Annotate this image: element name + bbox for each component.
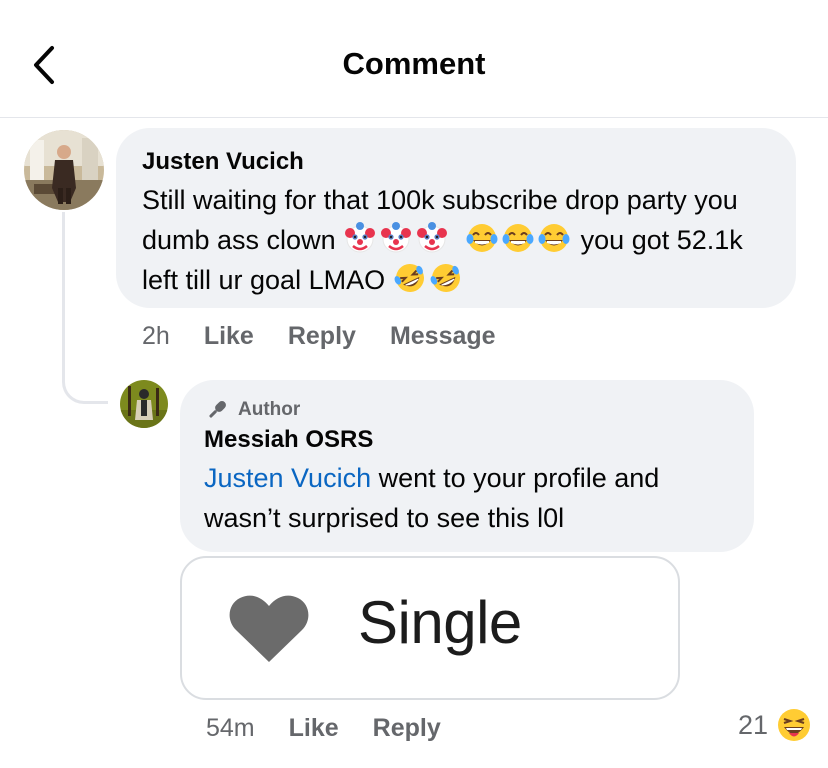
avatar[interactable] xyxy=(24,130,104,210)
heart-icon xyxy=(229,595,309,662)
clown-face-emoji xyxy=(379,221,413,255)
header: Comment xyxy=(0,0,828,118)
reaction-count: 21 xyxy=(737,709,768,740)
comment-text: Justen Vucich went to your profile and w… xyxy=(204,458,730,538)
clown-face-emoji xyxy=(343,221,377,255)
face-with-tears-of-joy-emoji xyxy=(537,221,571,255)
avatar[interactable] xyxy=(120,380,168,428)
clown-face-emoji xyxy=(415,221,449,255)
attached-image-text: Single xyxy=(358,589,522,656)
author-badge: Author xyxy=(204,396,730,424)
comment-timestamp: 54m xyxy=(206,713,255,742)
comment-meta-row: 2h Like Reply Message xyxy=(142,320,530,352)
reply-button[interactable]: Reply xyxy=(288,322,356,351)
message-button[interactable]: Message xyxy=(390,322,496,351)
comment-text: Still waiting for that 100k subscribe dr… xyxy=(142,180,770,300)
reply-meta-row: 54m Like Reply xyxy=(206,712,475,744)
attached-image[interactable]: Single xyxy=(180,556,680,700)
comment-author-name[interactable]: Justen Vucich xyxy=(142,146,770,178)
page-title: Comment xyxy=(342,46,486,81)
rolling-on-floor-laughing-emoji xyxy=(429,261,463,295)
reaction-summary[interactable]: 21 xyxy=(738,707,812,743)
like-button[interactable]: Like xyxy=(204,322,254,351)
rolling-on-floor-laughing-emoji xyxy=(393,261,427,295)
grinning-squinting-tongue-emoji xyxy=(778,709,810,741)
face-with-tears-of-joy-emoji xyxy=(501,221,535,255)
thread-connector-line xyxy=(62,212,108,404)
comment-timestamp: 2h xyxy=(142,321,170,350)
reply-button[interactable]: Reply xyxy=(373,714,441,743)
reply-bubble: Author Messiah OSRS Justen Vucich went t… xyxy=(180,380,754,552)
mention-link[interactable]: Justen Vucich xyxy=(204,463,371,493)
microphone-icon xyxy=(209,401,226,418)
comment-bubble: Justen Vucich Still waiting for that 100… xyxy=(116,128,796,308)
comment-text-part: you xyxy=(580,225,625,255)
like-button[interactable]: Like xyxy=(289,714,339,743)
author-badge-label: Author xyxy=(238,399,301,420)
comment-author-name[interactable]: Messiah OSRS xyxy=(204,424,730,456)
face-with-tears-of-joy-emoji xyxy=(465,221,499,255)
